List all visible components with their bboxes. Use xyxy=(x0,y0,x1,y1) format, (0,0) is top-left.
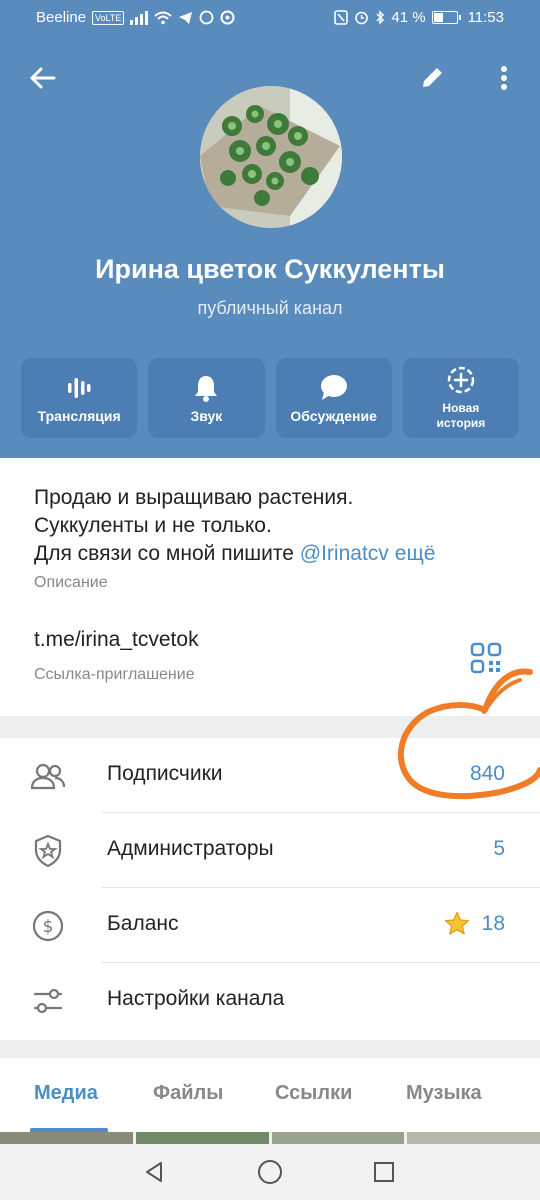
subscribers-row[interactable]: Подписчики 840 xyxy=(0,738,540,813)
edit-button[interactable] xyxy=(410,56,454,100)
new-story-button[interactable]: Новая история xyxy=(402,358,519,438)
description-line-1: Продаю и выращиваю растения. xyxy=(34,486,354,509)
nav-recents-button[interactable] xyxy=(368,1156,400,1188)
description-line-3-text: Для связи со мной пишите xyxy=(34,542,300,565)
qr-code-icon xyxy=(470,642,502,674)
discussion-button[interactable]: Обсуждение xyxy=(275,358,392,438)
shield-star-icon xyxy=(34,834,62,868)
square-recents-icon xyxy=(374,1162,394,1182)
succulent-photo xyxy=(200,86,342,228)
tab-media[interactable]: Медиа xyxy=(34,1082,98,1105)
live-stream-icon xyxy=(68,377,91,398)
administrators-count: 5 xyxy=(493,837,505,860)
tab-music[interactable]: Музыка xyxy=(406,1082,482,1105)
description-caption: Описание xyxy=(34,574,108,591)
description-line-3: Для связи со мной пишите @Irinatcv ещё xyxy=(34,540,514,568)
administrators-label: Администраторы xyxy=(107,837,274,860)
alarm-icon xyxy=(355,11,369,25)
balance-label: Баланс xyxy=(107,912,179,935)
system-nav-bar xyxy=(0,1144,540,1200)
subscribers-count: 840 xyxy=(469,762,505,785)
clock: 11:53 xyxy=(467,9,504,26)
channel-avatar[interactable] xyxy=(200,86,342,228)
bell-icon xyxy=(195,375,218,402)
mention-link[interactable]: @Irinatcv xyxy=(300,542,389,565)
back-button[interactable] xyxy=(20,56,64,100)
battery-percent: 41 % xyxy=(391,9,426,26)
battery-icon xyxy=(431,11,461,24)
media-thumbnails xyxy=(0,1132,540,1144)
bluetooth-icon xyxy=(376,10,385,25)
qr-code-button[interactable] xyxy=(470,642,502,674)
live-stream-button[interactable]: Трансляция xyxy=(21,358,138,438)
channel-header: Beeline VoLTE 41 % 11:53 Ирина цветок Су… xyxy=(0,0,540,458)
balance-row[interactable]: $ Баланс 18 xyxy=(0,888,540,963)
circle-app-icon xyxy=(220,10,235,25)
balance-value: 18 xyxy=(481,912,505,935)
subscribers-label: Подписчики xyxy=(107,762,223,785)
new-story-label-line1: Новая xyxy=(442,401,480,415)
media-thumbnail[interactable] xyxy=(0,1132,133,1144)
circle-home-icon xyxy=(258,1160,282,1184)
invite-link[interactable]: t.me/irina_tcvetok xyxy=(34,628,199,652)
media-thumbnail[interactable] xyxy=(271,1132,405,1144)
carrier-name: Beeline xyxy=(36,9,87,26)
more-button[interactable] xyxy=(482,56,526,100)
arrow-left-icon xyxy=(30,67,56,89)
nav-back-button[interactable] xyxy=(138,1156,170,1188)
volte-badge: VoLTE xyxy=(92,10,125,25)
media-thumbnail[interactable] xyxy=(135,1132,269,1144)
tab-links[interactable]: Ссылки xyxy=(275,1082,352,1105)
channel-title: Ирина цветок Суккуленты xyxy=(95,254,445,284)
channel-settings-label: Настройки канала xyxy=(107,987,285,1010)
show-more-link[interactable]: ещё xyxy=(395,542,436,565)
whatsapp-icon xyxy=(200,10,214,25)
invite-link-caption: Ссылка-приглашение xyxy=(34,666,195,683)
sound-label: Звук xyxy=(190,407,223,424)
nfc-icon xyxy=(334,10,349,25)
wifi-icon xyxy=(154,11,173,24)
media-thumbnail[interactable] xyxy=(407,1132,540,1144)
pencil-icon xyxy=(423,68,442,87)
dollar-circle-icon: $ xyxy=(32,910,64,942)
sound-button[interactable]: Звук xyxy=(148,358,265,438)
discussion-label: Обсуждение xyxy=(290,407,377,424)
users-icon xyxy=(30,763,66,790)
svg-text:$: $ xyxy=(43,917,54,937)
more-vertical-icon xyxy=(501,66,507,90)
chat-bubble-icon xyxy=(320,374,347,400)
channel-settings-row[interactable]: Настройки канала xyxy=(0,963,540,1038)
channel-settings-list: Подписчики 840 Администраторы 5 $ Баланс… xyxy=(0,738,540,1040)
triangle-back-icon xyxy=(146,1162,162,1182)
sliders-icon xyxy=(33,988,63,1014)
administrators-row[interactable]: Администраторы 5 xyxy=(0,813,540,888)
nav-home-button[interactable] xyxy=(254,1156,286,1188)
channel-type: публичный канал xyxy=(197,298,343,318)
section-divider xyxy=(0,716,540,738)
section-divider xyxy=(0,1040,540,1058)
new-story-label-line2: история xyxy=(436,416,486,430)
telegram-icon xyxy=(179,11,193,24)
add-story-icon xyxy=(447,366,475,394)
description-line-2: Суккуленты и не только. xyxy=(34,514,272,537)
channel-description[interactable]: Продаю и выращиваю растения. Суккуленты … xyxy=(34,484,514,568)
signal-icon xyxy=(130,10,149,25)
star-icon xyxy=(444,911,470,935)
action-buttons: Трансляция Звук Обсуждение Новая история xyxy=(21,358,519,438)
media-tabs: Медиа Файлы Ссылки Музыка xyxy=(0,1058,540,1132)
status-bar: Beeline VoLTE 41 % 11:53 xyxy=(0,0,540,36)
tab-files[interactable]: Файлы xyxy=(153,1082,223,1105)
live-stream-label: Трансляция xyxy=(37,407,121,424)
